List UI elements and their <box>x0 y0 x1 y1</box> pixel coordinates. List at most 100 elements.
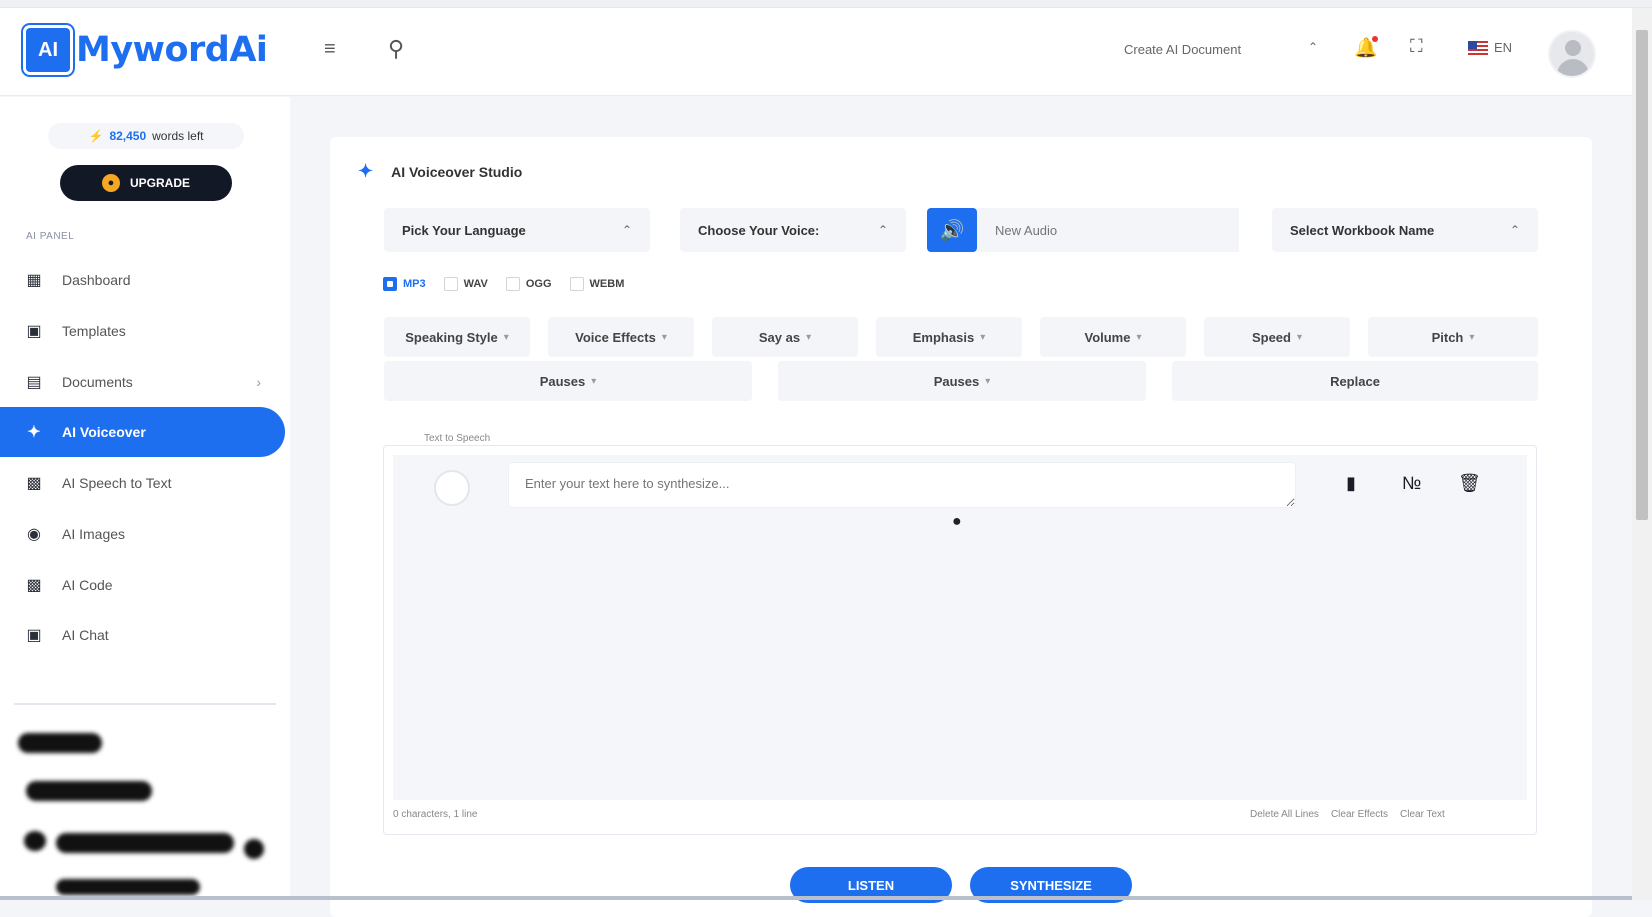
menu-icon[interactable]: ≡ <box>324 38 336 61</box>
ogg-checkbox[interactable] <box>505 277 520 291</box>
voice-select-label: Choose Your Voice: <box>698 222 820 238</box>
words-suffix: words left <box>152 129 204 143</box>
clear-text-link[interactable]: Clear Text <box>1400 809 1445 820</box>
trash-icon[interactable]: 🗑 <box>1458 473 1481 494</box>
dropdown-icon: ▾ <box>980 331 986 343</box>
logo-chip-icon: AI <box>26 28 70 72</box>
redacted-content <box>244 839 264 859</box>
effect-replace[interactable]: Replace <box>1172 361 1538 401</box>
format-mp3[interactable]: MP3 <box>383 277 426 291</box>
images-icon: ◉ <box>27 526 41 543</box>
browser-top-edge <box>0 0 1652 8</box>
words-left-badge: ⚡ 82,450 words left <box>48 123 244 149</box>
user-avatar[interactable] <box>1548 30 1596 78</box>
sidebar-item-label: AI Chat <box>62 627 109 643</box>
sidebar-item-speech-to-text[interactable]: ▩ AI Speech to Text <box>0 458 285 508</box>
chevron-up-icon[interactable]: ⌃ <box>1308 40 1318 54</box>
language-select-label: Pick Your Language <box>402 222 526 238</box>
effect-label: Pitch <box>1431 329 1464 345</box>
language-switcher[interactable]: EN <box>1468 40 1512 55</box>
dashboard-icon: ▦ <box>26 272 42 289</box>
create-document-button[interactable]: Create AI Document <box>1124 42 1241 57</box>
sidebar-item-ai-code[interactable]: ▩ AI Code <box>0 560 285 610</box>
window-bottom-edge <box>0 896 1632 900</box>
scrollbar-thumb[interactable] <box>1636 30 1648 520</box>
sidebar-item-documents[interactable]: ▤ Documents › <box>0 357 285 407</box>
speaker-icon[interactable]: 🔊 <box>927 208 977 252</box>
redacted-content <box>18 733 102 753</box>
voice-select[interactable]: Choose Your Voice: ⌃ <box>680 208 906 252</box>
lightning-icon: ⚡ <box>88 129 104 143</box>
sidebar-item-ai-chat[interactable]: ▣ AI Chat <box>0 610 285 660</box>
chat-icon: ▣ <box>26 627 42 644</box>
workbook-select-label: Select Workbook Name <box>1290 222 1435 238</box>
effect-say-as[interactable]: Say as ▾ <box>712 317 858 357</box>
format-wav[interactable]: WAV <box>443 277 488 291</box>
effect-label: Voice Effects <box>575 329 656 345</box>
delete-all-lines-link[interactable]: Delete All Lines <box>1250 809 1319 820</box>
coin-icon: ● <box>101 174 120 192</box>
words-count: 82,450 <box>109 129 147 143</box>
effect-volume[interactable]: Volume ▾ <box>1040 317 1186 357</box>
effect-pitch[interactable]: Pitch ▾ <box>1368 317 1538 357</box>
voice-avatar[interactable] <box>434 470 470 506</box>
documents-icon: ▤ <box>26 374 42 391</box>
dropdown-icon: ▾ <box>806 331 812 343</box>
clear-effects-link[interactable]: Clear Effects <box>1331 809 1388 820</box>
search-icon[interactable]: ⚲ <box>388 36 404 62</box>
webm-checkbox[interactable] <box>569 277 584 291</box>
redacted-content <box>26 781 152 801</box>
effect-label: Pauses <box>933 373 980 389</box>
effect-speed[interactable]: Speed ▾ <box>1204 317 1350 357</box>
sidebar-item-label: AI Voiceover <box>62 424 146 440</box>
effect-pauses[interactable]: Pauses ▾ <box>384 361 752 401</box>
voiceover-icon: ✦ <box>27 424 41 441</box>
brand-logo[interactable]: AI MywordAi <box>26 28 268 72</box>
effect-speaking-style[interactable]: Speaking Style ▾ <box>384 317 530 357</box>
chevron-up-icon: ⌃ <box>1509 223 1520 237</box>
chevron-up-icon: ⌃ <box>621 223 632 237</box>
text-line-input[interactable] <box>508 462 1296 508</box>
sidebar-item-label: Templates <box>62 323 126 339</box>
comment-icon[interactable]: ▮ <box>1346 473 1356 494</box>
sidebar-item-ai-images[interactable]: ◉ AI Images <box>0 509 285 559</box>
dropdown-icon: ▾ <box>1136 331 1142 343</box>
speech-to-text-icon: ▩ <box>26 475 42 492</box>
sidebar: ⚡ 82,450 words left ● UPGRADE AI PANEL ▦… <box>0 97 290 900</box>
redacted-content <box>56 879 200 895</box>
format-ogg[interactable]: OGG <box>505 277 552 291</box>
effect-label: Emphasis <box>912 329 975 345</box>
add-line-icon[interactable]: ● <box>952 513 962 531</box>
tts-footer-actions: Delete All Lines Clear Effects Clear Tex… <box>1250 809 1445 820</box>
sidebar-item-label: AI Code <box>62 577 113 593</box>
brand-name: MywordAi <box>76 30 268 70</box>
dropdown-icon: ▾ <box>503 331 509 343</box>
effect-label: Say as <box>758 329 801 345</box>
format-webm[interactable]: WEBM <box>569 277 625 291</box>
format-label: WEBM <box>589 278 625 290</box>
effect-voice-effects[interactable]: Voice Effects ▾ <box>548 317 694 357</box>
wav-checkbox[interactable] <box>443 277 458 291</box>
workbook-select[interactable]: Select Workbook Name ⌃ <box>1272 208 1538 252</box>
language-select[interactable]: Pick Your Language ⌃ <box>384 208 650 252</box>
sidebar-divider <box>14 703 276 705</box>
sidebar-item-dashboard[interactable]: ▦ Dashboard <box>0 255 285 305</box>
dropdown-icon: ▾ <box>985 375 991 387</box>
effect-emphasis[interactable]: Emphasis ▾ <box>876 317 1022 357</box>
format-label: OGG <box>525 278 552 290</box>
voiceover-icon: ✦ <box>358 161 374 181</box>
mp3-checkbox[interactable] <box>383 277 397 291</box>
text-effects-icon[interactable]: № <box>1402 473 1421 494</box>
studio-title-text: AI Voiceover Studio <box>391 163 523 180</box>
upgrade-button[interactable]: ● UPGRADE <box>60 165 232 201</box>
upgrade-label: UPGRADE <box>129 176 190 190</box>
sidebar-item-templates[interactable]: ▣ Templates <box>0 306 285 356</box>
top-header: AI MywordAi ≡ ⚲ Create AI Document ⌃ 🔔 ⛶… <box>0 8 1632 96</box>
format-label: MP3 <box>403 278 426 290</box>
fullscreen-icon[interactable]: ⛶ <box>1410 36 1423 57</box>
sidebar-item-ai-voiceover[interactable]: ✦ AI Voiceover <box>0 407 285 457</box>
effect-label: Pauses <box>539 373 586 389</box>
audio-name-input[interactable] <box>977 208 1239 252</box>
effect-pauses-secondary[interactable]: Pauses ▾ <box>778 361 1146 401</box>
chevron-right-icon: › <box>256 374 261 390</box>
